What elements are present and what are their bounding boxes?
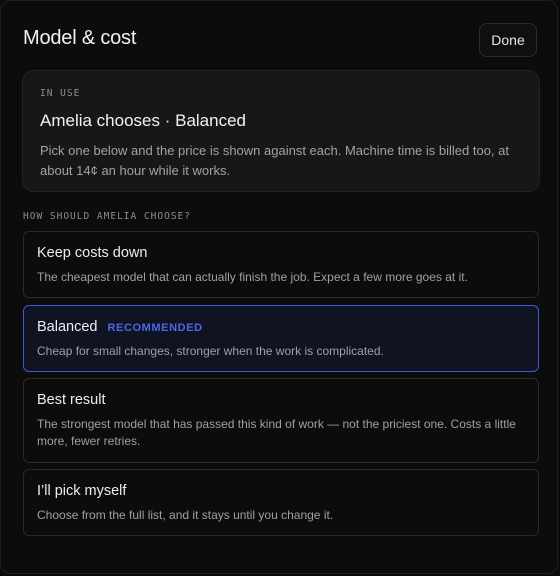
option-best-result[interactable]: Best result The strongest model that has…	[23, 378, 539, 463]
option-description: Choose from the full list, and it stays …	[37, 508, 334, 522]
option-title: Best result	[37, 392, 106, 408]
done-button[interactable]: Done	[479, 23, 537, 57]
option-title: Balanced RECOMMENDED	[37, 319, 203, 335]
option-title: Keep costs down	[37, 245, 147, 261]
in-use-description: Pick one below and the price is shown ag…	[40, 143, 509, 178]
option-pick-myself[interactable]: I’ll pick myself Choose from the full li…	[23, 469, 539, 536]
option-keep-costs-down[interactable]: Keep costs down The cheapest model that …	[23, 231, 539, 298]
option-title-text: I’ll pick myself	[37, 483, 127, 499]
option-title: I’ll pick myself	[37, 483, 126, 499]
recommended-badge: RECOMMENDED	[107, 322, 203, 334]
in-use-eyebrow: IN USE	[40, 88, 81, 99]
dialog-header: Model & cost Done	[23, 23, 537, 59]
dialog-title: Model & cost	[23, 27, 137, 49]
in-use-card: IN USE Amelia chooses · Balanced Pick on…	[22, 70, 540, 192]
section-label: HOW SHOULD AMELIA CHOOSE?	[23, 211, 191, 222]
option-title-text: Best result	[37, 392, 106, 408]
option-description: The strongest model that has passed this…	[37, 417, 516, 448]
option-description: The cheapest model that can actually fin…	[37, 270, 468, 284]
option-description: Cheap for small changes, stronger when t…	[37, 344, 384, 358]
option-title-text: Balanced	[37, 319, 98, 335]
model-cost-dialog: Model & cost Done IN USE Amelia chooses …	[0, 0, 558, 574]
option-balanced[interactable]: Balanced RECOMMENDED Cheap for small chan…	[23, 305, 539, 372]
in-use-title: Amelia chooses · Balanced	[40, 111, 247, 130]
option-title-text: Keep costs down	[37, 245, 148, 261]
